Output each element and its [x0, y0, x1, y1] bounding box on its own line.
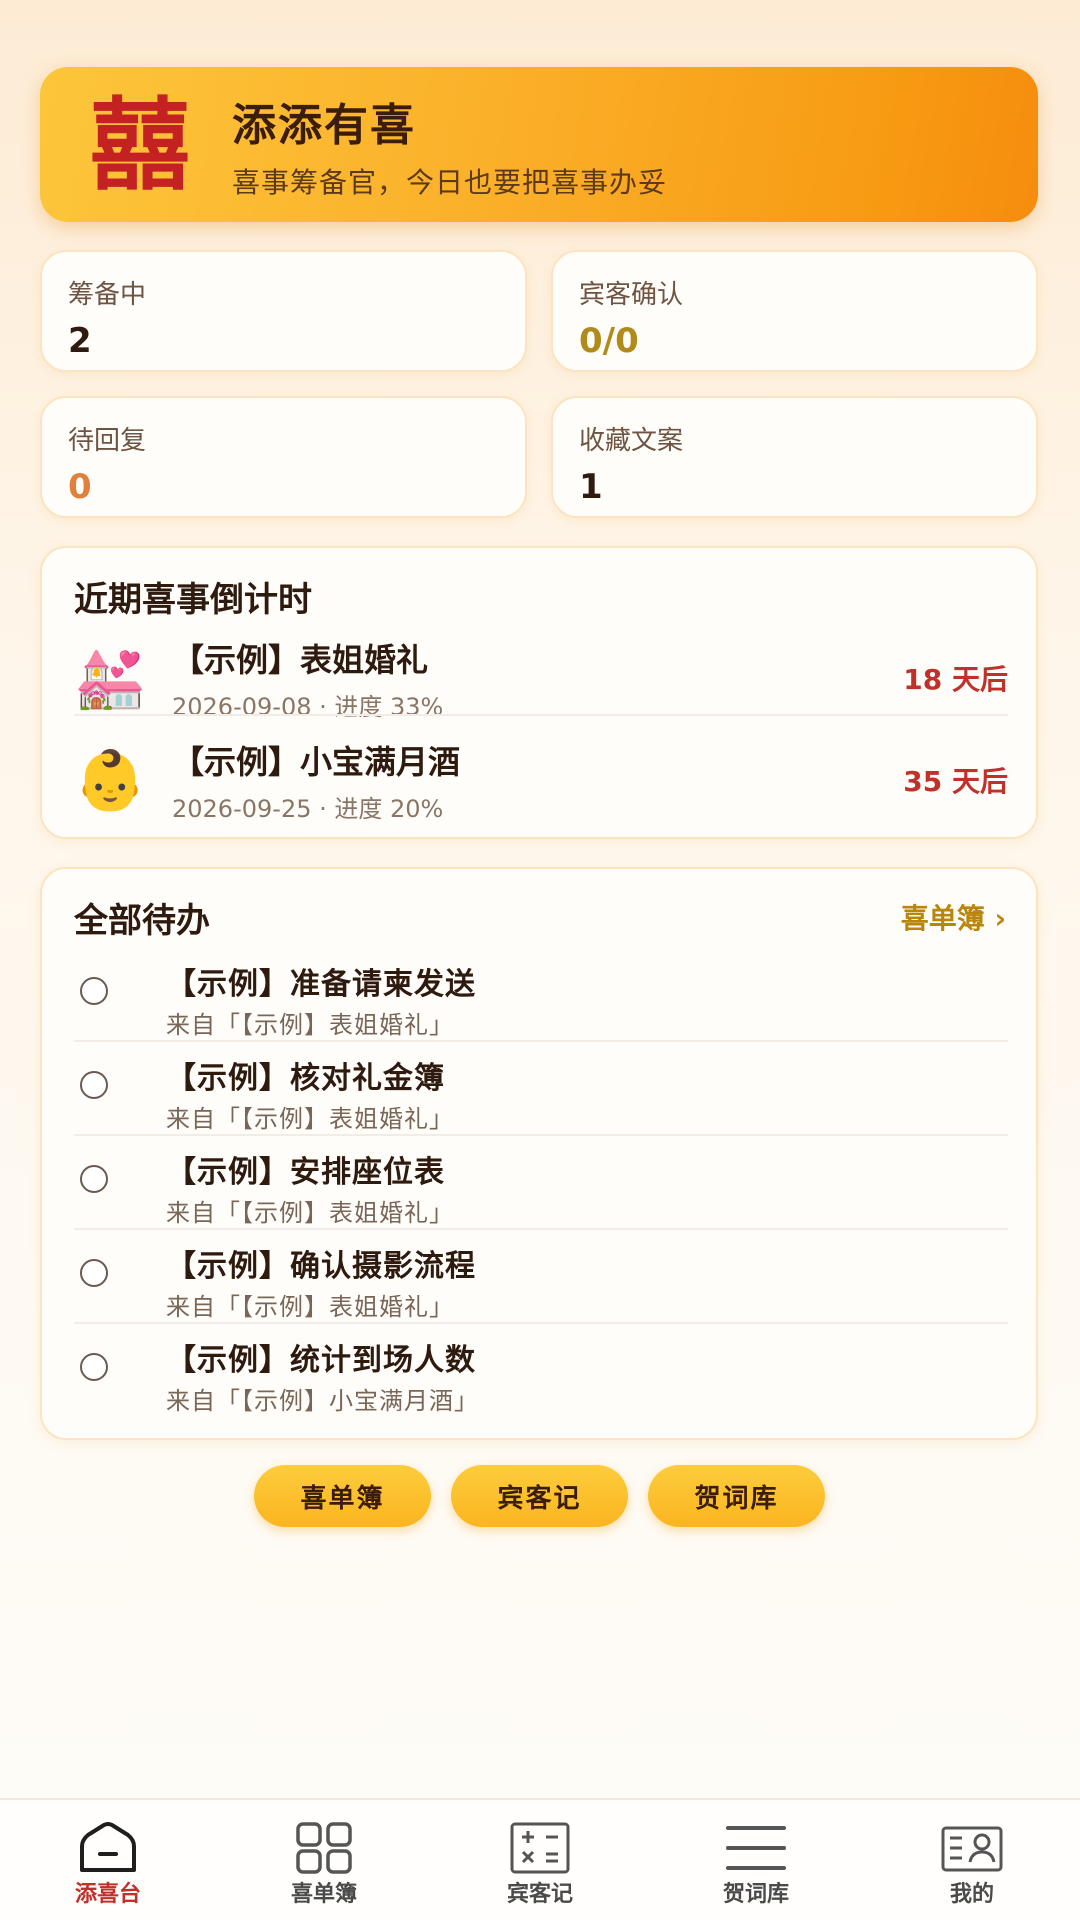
stat-card-preparing[interactable]: 筹备中 2	[40, 250, 527, 372]
todo-source: 来自「【示例】小宝满月酒」	[166, 1387, 479, 1415]
nav-label: 添喜台	[74, 1882, 141, 1907]
todo-source: 来自「【示例】表姐婚礼」	[166, 1011, 454, 1039]
row-divider	[74, 714, 1008, 716]
nav-label: 宾客记	[506, 1882, 573, 1907]
stat-value: 0/0	[579, 321, 639, 361]
todo-checkbox[interactable]	[80, 1353, 108, 1381]
todo-checkbox[interactable]	[80, 1259, 108, 1287]
double-happiness-logo: 囍	[90, 85, 190, 204]
days-remaining: 35 天后	[903, 765, 1008, 798]
stat-label: 待回复	[68, 426, 147, 456]
todo-checkbox[interactable]	[80, 1071, 108, 1099]
wedding-chapel-icon: 💒	[74, 643, 147, 712]
todo-source: 来自「【示例】表姐婚礼」	[166, 1105, 454, 1133]
countdown-item[interactable]: 👶 【示例】小宝满月酒 2026-09-25 · 进度 20% 35 天后	[74, 730, 1008, 830]
countdown-panel: 近期喜事倒计时 💒 【示例】表姐婚礼 2026-09-08 · 进度 33% 1…	[40, 546, 1038, 839]
todo-checkbox[interactable]	[80, 977, 108, 1005]
app-title: 添添有喜	[232, 99, 416, 151]
todo-source: 来自「【示例】表姐婚礼」	[166, 1199, 454, 1227]
todo-item[interactable]: 【示例】核对礼金簿 来自「【示例】表姐婚礼」	[74, 1053, 1008, 1147]
nav-item-profile[interactable]: 我的	[864, 1800, 1080, 1920]
home-icon	[80, 1822, 136, 1872]
stat-card-pending-reply[interactable]: 待回复 0	[40, 396, 527, 518]
todo-checkbox[interactable]	[80, 1165, 108, 1193]
todo-text: 【示例】确认摄影流程	[166, 1249, 476, 1284]
nav-item-greetings[interactable]: 贺词库	[648, 1800, 864, 1920]
todo-text: 【示例】统计到场人数	[166, 1343, 476, 1378]
event-name: 【示例】小宝满月酒	[172, 742, 461, 781]
quick-button-greetings[interactable]: 贺词库	[648, 1465, 825, 1527]
app-subtitle: 喜事筹备官，今日也要把喜事办妥	[232, 165, 668, 199]
event-meta: 2026-09-08 · 进度 33%	[172, 692, 444, 721]
todo-item[interactable]: 【示例】确认摄影流程 来自「【示例】表姐婚礼」	[74, 1241, 1008, 1335]
stat-label: 收藏文案	[579, 426, 684, 456]
profile-card-icon	[941, 1826, 1003, 1872]
stat-card-saved-copy[interactable]: 收藏文案 1	[551, 396, 1038, 518]
todo-title: 全部待办	[74, 901, 210, 941]
todo-source: 来自「【示例】表姐婚礼」	[166, 1293, 454, 1321]
countdown-title: 近期喜事倒计时	[74, 580, 312, 620]
menu-icon	[726, 1826, 786, 1870]
nav-label: 喜单簿	[290, 1882, 357, 1907]
quick-button-guest-book[interactable]: 宾客记	[451, 1465, 628, 1527]
todo-panel: 全部待办 喜单簿 › 【示例】准备请柬发送 来自「【示例】表姐婚礼」 【示例】核…	[40, 867, 1038, 1440]
row-divider	[74, 1040, 1008, 1042]
event-meta: 2026-09-25 · 进度 20%	[172, 794, 444, 823]
event-name: 【示例】表姐婚礼	[172, 640, 429, 679]
nav-item-home[interactable]: 添喜台	[0, 1800, 216, 1920]
header-titles: 添添有喜 喜事筹备官，今日也要把喜事办妥	[232, 89, 667, 201]
calculator-icon	[510, 1822, 570, 1874]
countdown-item[interactable]: 💒 【示例】表姐婚礼 2026-09-08 · 进度 33% 18 天后	[74, 628, 1008, 728]
nav-item-guest-book[interactable]: 宾客记	[432, 1800, 648, 1920]
grid-icon	[296, 1822, 352, 1874]
todo-text: 【示例】核对礼金簿	[166, 1061, 445, 1096]
stat-label: 宾客确认	[579, 280, 684, 310]
countdown-info: 【示例】表姐婚礼 2026-09-08 · 进度 33%	[172, 635, 903, 722]
todo-item[interactable]: 【示例】准备请柬发送 来自「【示例】表姐婚礼」	[74, 959, 1008, 1053]
nav-label: 贺词库	[722, 1882, 789, 1907]
app-screen: 囍 添添有喜 喜事筹备官，今日也要把喜事办妥 筹备中 2 宾客确认 0/0 待回…	[0, 0, 1080, 1920]
row-divider	[74, 1228, 1008, 1230]
bottom-nav: 添喜台 喜单簿 宾客记 贺词库 我的	[0, 1798, 1080, 1920]
todo-more-link[interactable]: 喜单簿 ›	[901, 897, 1006, 937]
days-remaining: 18 天后	[903, 663, 1008, 696]
stat-card-guest-confirm[interactable]: 宾客确认 0/0	[551, 250, 1038, 372]
stat-value: 0	[68, 467, 92, 507]
quick-button-gift-list[interactable]: 喜单簿	[254, 1465, 431, 1527]
todo-text: 【示例】安排座位表	[166, 1155, 445, 1190]
stat-value: 1	[579, 467, 603, 507]
header-banner: 囍 添添有喜 喜事筹备官，今日也要把喜事办妥	[40, 67, 1038, 222]
nav-item-gift-list[interactable]: 喜单簿	[216, 1800, 432, 1920]
stat-label: 筹备中	[68, 280, 147, 310]
nav-label: 我的	[949, 1882, 994, 1907]
todo-item[interactable]: 【示例】安排座位表 来自「【示例】表姐婚礼」	[74, 1147, 1008, 1241]
countdown-info: 【示例】小宝满月酒 2026-09-25 · 进度 20%	[172, 737, 903, 824]
baby-icon: 👶	[74, 745, 147, 814]
todo-item[interactable]: 【示例】统计到场人数 来自「【示例】小宝满月酒」	[74, 1335, 1008, 1429]
todo-text: 【示例】准备请柬发送	[166, 967, 476, 1002]
row-divider	[74, 1134, 1008, 1136]
row-divider	[74, 1322, 1008, 1324]
stat-value: 2	[68, 321, 92, 361]
